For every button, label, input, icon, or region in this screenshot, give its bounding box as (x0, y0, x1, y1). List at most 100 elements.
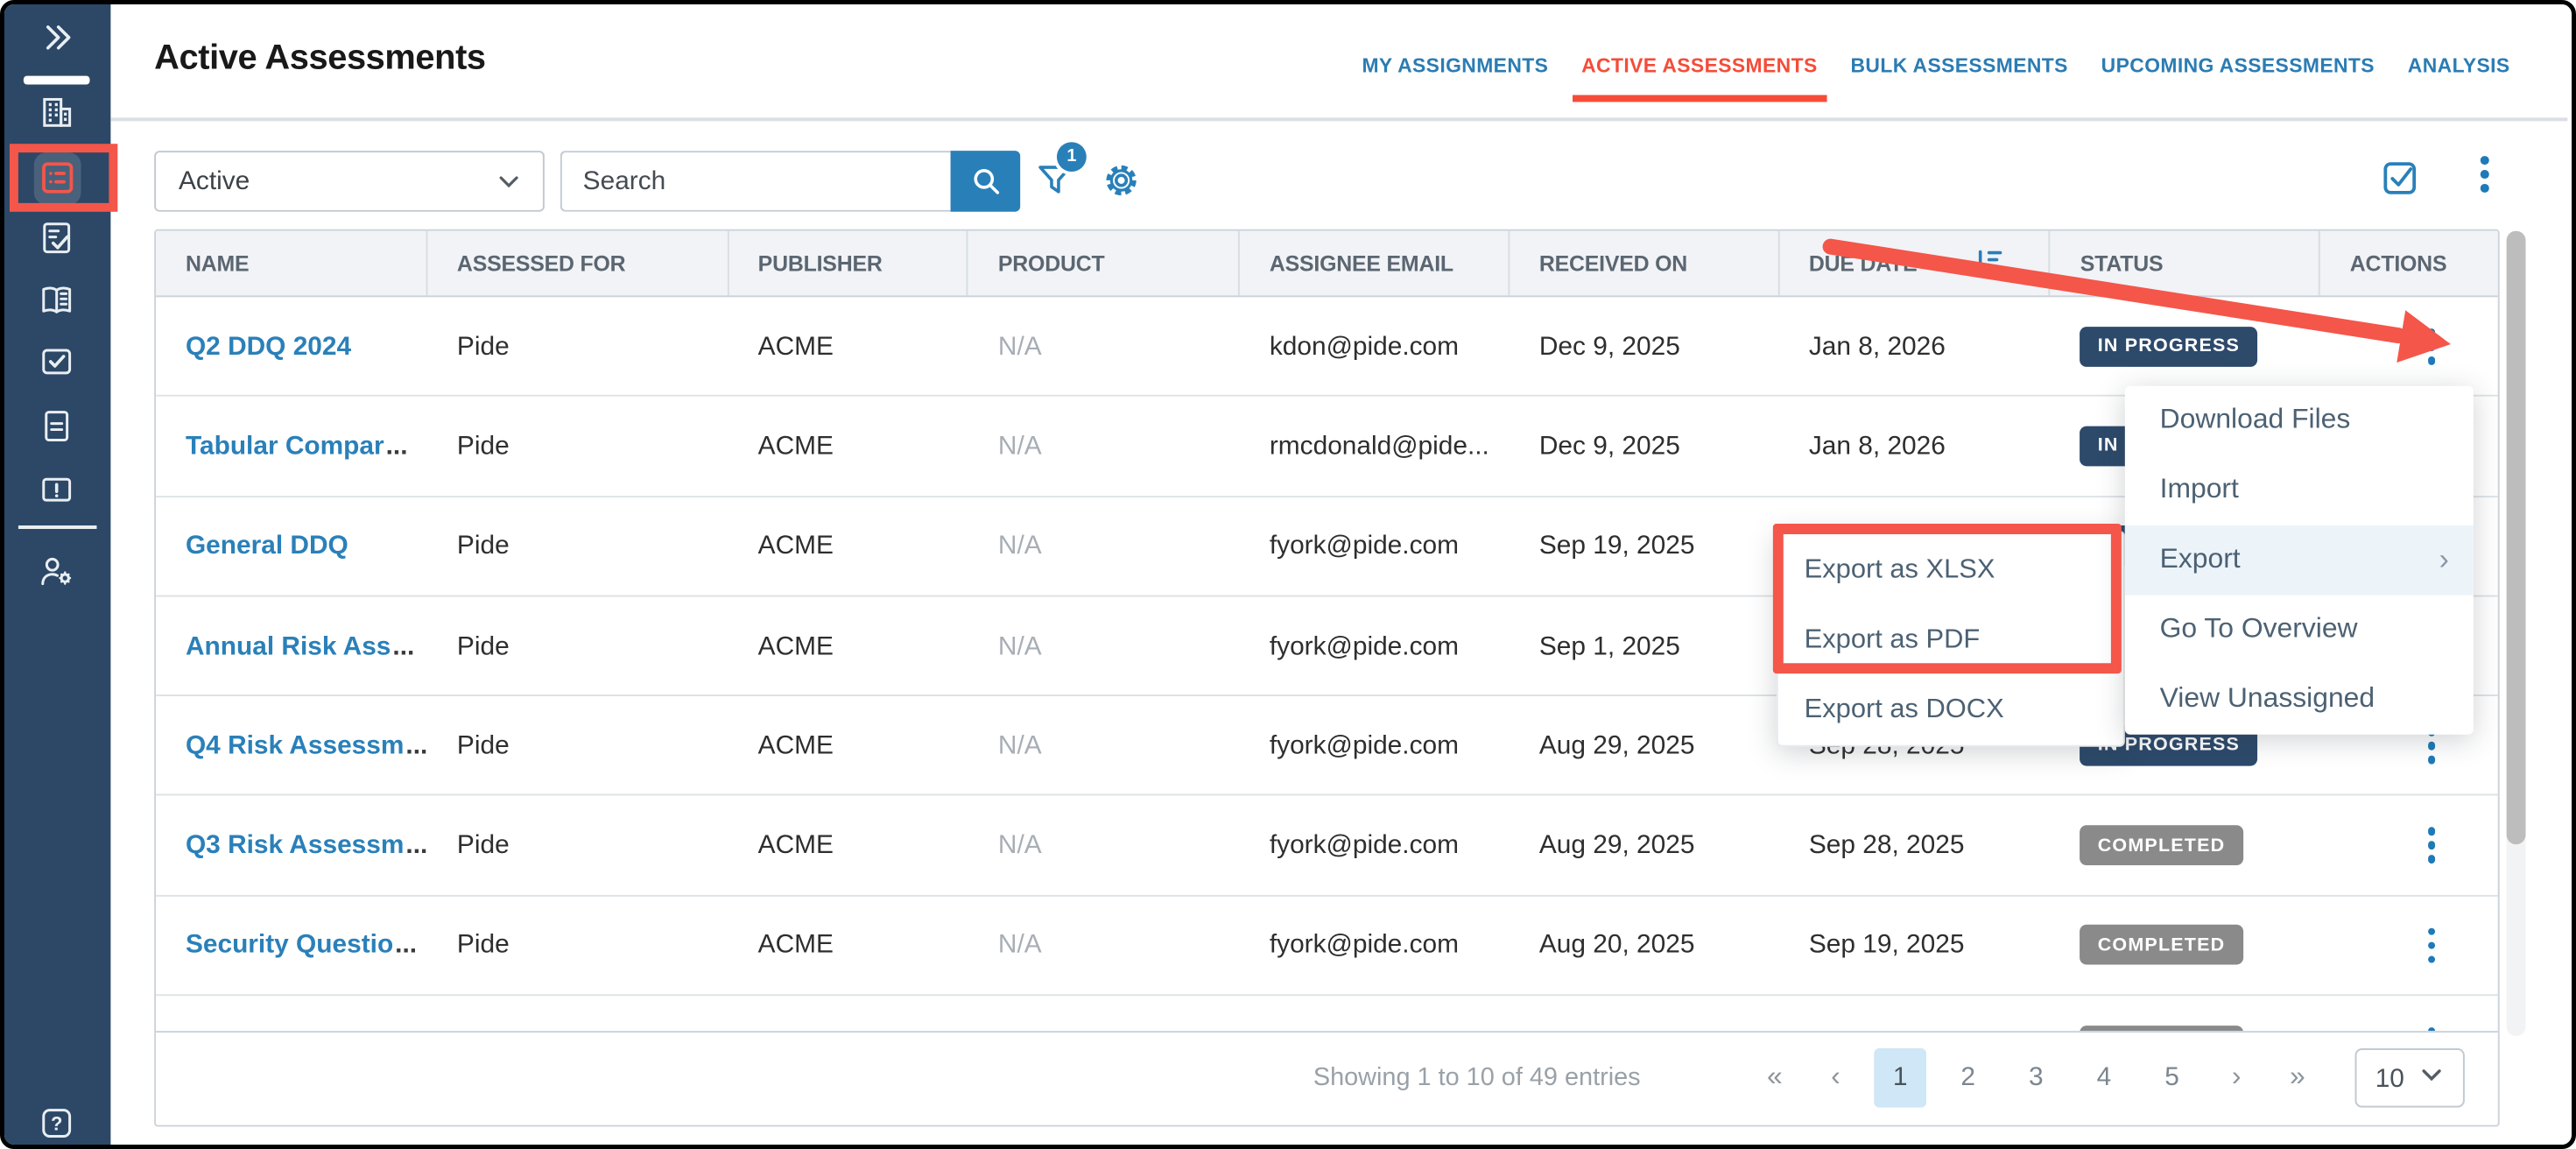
status-filter-value: Active (179, 166, 496, 196)
sidebar-logo-divider (24, 76, 90, 84)
cell-name (156, 996, 427, 1031)
table-row: Security Questio...PideACMEN/Afyork@pide… (156, 896, 2498, 996)
assessment-name-link[interactable]: Q3 Risk Assessm (186, 831, 404, 861)
cell-product: N/A (968, 596, 1240, 694)
assessment-name-link[interactable]: Q4 Risk Assessm (186, 730, 404, 760)
cell-name: Q4 Risk Assessm... (156, 696, 427, 794)
pagination-summary: Showing 1 to 10 of 49 entries (1313, 1033, 1641, 1123)
cell-publisher: ACME (728, 796, 968, 894)
sidebar-item-alerts[interactable] (38, 469, 76, 508)
cell-publisher: ACME (728, 297, 968, 395)
settings-gear-icon[interactable] (1101, 159, 1143, 210)
cell-assessed-for: Pide (427, 796, 728, 894)
cell-publisher: ACME (728, 896, 968, 994)
submenu-item-export-as-docx[interactable]: Export as DOCX (1778, 675, 2123, 745)
tab-analysis[interactable]: ANALYSIS (2408, 57, 2510, 78)
page-button-1[interactable]: 1 (1874, 1048, 1926, 1108)
tab-active-assessments[interactable]: ACTIVE ASSESSMENTS (1581, 57, 1818, 78)
bulk-select-checkbox-icon[interactable] (2379, 158, 2421, 208)
page-button-4[interactable]: 4 (2078, 1048, 2130, 1108)
assessment-name-link[interactable]: Q2 DDQ 2024 (186, 331, 351, 361)
column-header-assignee-email[interactable]: ASSIGNEE EMAIL (1240, 231, 1510, 296)
table-scrollbar-thumb[interactable] (2507, 231, 2526, 844)
cell-actions (2320, 996, 2498, 1031)
column-header-product[interactable]: PRODUCT (968, 231, 1240, 296)
menu-item-import[interactable]: Import (2125, 455, 2474, 525)
menu-item-export[interactable]: Export› (2125, 525, 2474, 596)
column-header-name[interactable]: NAME (156, 231, 427, 296)
header-divider (110, 117, 2567, 121)
column-label: ASSIGNEE EMAIL (1270, 251, 1453, 276)
toolbar-kebab-menu[interactable] (2481, 156, 2489, 192)
sidebar-item-documents[interactable] (38, 407, 76, 446)
assessment-name-link[interactable]: Tabular Compar (186, 431, 384, 461)
menu-item-label: Download Files (2160, 405, 2351, 437)
last-page-button[interactable]: » (2275, 1062, 2320, 1094)
cell-received-on: Sep 1, 2025 (1510, 596, 1779, 694)
search-button[interactable] (951, 151, 1021, 212)
search-input[interactable] (560, 151, 951, 212)
page-size-select[interactable]: 10 (2355, 1048, 2465, 1108)
cell-name: General DDQ (156, 497, 427, 595)
cell-product: N/A (968, 397, 1240, 495)
cell-product: N/A (968, 696, 1240, 794)
previous-page-button[interactable]: ‹ (1813, 1062, 1859, 1094)
next-page-button[interactable]: › (2214, 1062, 2259, 1094)
cell-actions (2320, 896, 2498, 994)
tab-bar: MY ASSIGNMENTS ACTIVE ASSESSMENTS BULK ASS… (1362, 57, 2509, 78)
page-button-5[interactable]: 5 (2146, 1048, 2199, 1108)
cell-status: COMPLETED (2051, 996, 2320, 1031)
sidebar-item-library[interactable] (38, 281, 76, 320)
cell-publisher: ACME (728, 397, 968, 495)
cell-received-on: Dec 9, 2025 (1510, 297, 1779, 395)
cell-name: Security Questio... (156, 896, 427, 994)
annotation-arrow (1799, 222, 2479, 379)
cell-received-on: Sep 19, 2025 (1510, 497, 1779, 595)
cell-assignee-email: fyork@pide.com (1240, 596, 1510, 694)
tab-bulk-assessments[interactable]: BULK ASSESSMENTS (1850, 57, 2067, 78)
cell-received-on: Aug 29, 2025 (1510, 796, 1779, 894)
tab-upcoming-assessments[interactable]: UPCOMING ASSESSMENTS (2101, 57, 2375, 78)
row-actions-kebab[interactable] (2427, 828, 2436, 864)
cell-actions (2320, 796, 2498, 894)
row-actions-menu: Download Files Import Export›Go To Overvie… (2125, 386, 2474, 735)
page-button-3[interactable]: 3 (2009, 1048, 2062, 1108)
sidebar-item-user-settings[interactable] (38, 552, 76, 590)
table-row: COMPLETED (156, 996, 2498, 1031)
column-label: RECEIVED ON (1539, 251, 1687, 276)
sidebar-item-help[interactable]: ? (38, 1104, 76, 1143)
assessment-name-link[interactable]: General DDQ (186, 531, 348, 560)
sidebar-item-organization[interactable] (38, 93, 76, 131)
cell-name: Annual Risk Ass... (156, 596, 427, 694)
table-footer: Showing 1 to 10 of 49 entries « ‹ 12345 › » 1… (156, 1031, 2498, 1123)
cell-assessed-for: Pide (427, 696, 728, 794)
truncation-ellipsis: ... (392, 631, 414, 660)
row-actions-kebab[interactable] (2427, 927, 2436, 963)
sidebar-item-responses[interactable] (38, 342, 76, 381)
pagination-controls: « ‹ 12345 › » 10 (1752, 1033, 2465, 1123)
search-group (560, 151, 1020, 212)
cell-publisher: ACME (728, 497, 968, 595)
sidebar-item-tasks[interactable] (38, 219, 76, 257)
menu-item-label: Export (2160, 545, 2241, 576)
cell-status: COMPLETED (2051, 796, 2320, 894)
status-badge: COMPLETED (2080, 826, 2242, 866)
page-button-2[interactable]: 2 (1942, 1048, 1995, 1108)
status-filter-select[interactable]: Active (154, 151, 545, 212)
menu-item-view-unassigned[interactable]: View Unassigned (2125, 665, 2474, 735)
search-icon (968, 165, 1002, 198)
assessment-name-link[interactable]: Security Questio (186, 931, 393, 961)
cell-name: Q3 Risk Assessm... (156, 796, 427, 894)
page-title: Active Assessments (154, 39, 486, 80)
tab-my-assignments[interactable]: MY ASSIGNMENTS (1362, 57, 1548, 78)
column-header-received-on[interactable]: RECEIVED ON (1510, 231, 1779, 296)
menu-item-label: Import (2160, 475, 2239, 506)
column-header-publisher[interactable]: PUBLISHER (728, 231, 968, 296)
expand-sidebar-icon[interactable] (38, 18, 76, 57)
column-header-assessed-for[interactable]: ASSESSED FOR (427, 231, 728, 296)
first-page-button[interactable]: « (1752, 1062, 1798, 1094)
menu-item-go-to-overview[interactable]: Go To Overview (2125, 596, 2474, 666)
assessment-name-link[interactable]: Annual Risk Ass (186, 631, 391, 660)
cell-name: Q2 DDQ 2024 (156, 297, 427, 395)
menu-item-download-files[interactable]: Download Files (2125, 386, 2474, 456)
